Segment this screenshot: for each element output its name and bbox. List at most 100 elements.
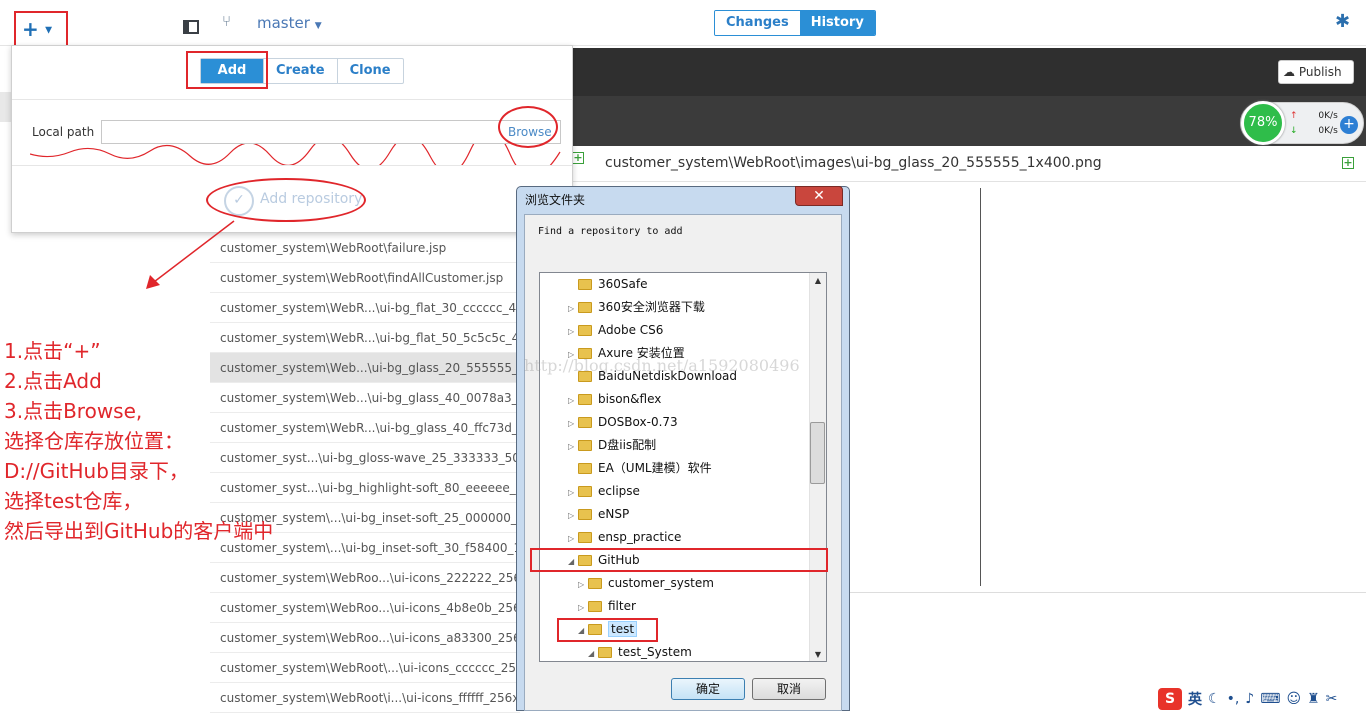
tree-expander-icon[interactable]: ▷: [578, 596, 588, 619]
tree-folder-item[interactable]: ▷ DOSBox-0.73: [568, 411, 678, 434]
tree-expander-icon[interactable]: ▷: [568, 435, 578, 458]
dialog-title: 浏览文件夹: [525, 193, 586, 207]
tree-folder-label: EA（UML建模）软件: [598, 461, 712, 475]
tree-folder-label: customer_system: [608, 576, 714, 590]
tree-expander-icon[interactable]: ▷: [568, 320, 578, 343]
tree-folder-label: bison&flex: [598, 392, 662, 406]
tab-create[interactable]: Create: [263, 59, 337, 83]
annotation-highlight-github: [530, 548, 828, 572]
annotation-instructions: 1.点击“+” 2.点击Add 3.点击Browse, 选择仓库存放位置： D://Gi…: [4, 336, 273, 546]
folder-icon: [588, 578, 602, 589]
view-switcher: Changes History: [714, 10, 876, 36]
scroll-down-icon[interactable]: ▼: [810, 650, 826, 659]
tree-expander-icon[interactable]: ▷: [568, 297, 578, 320]
close-icon[interactable]: ✕: [795, 186, 843, 206]
file-list-item[interactable]: customer_system\WebRoot\i...\ui-icons_ff…: [210, 683, 520, 713]
tree-expander-icon[interactable]: ▷: [568, 481, 578, 504]
tree-folder-item[interactable]: ▷ D盘iis配制: [568, 434, 656, 457]
panel-divider: [12, 165, 572, 166]
tree-expander-icon[interactable]: ▷: [568, 412, 578, 435]
plus-circle-icon[interactable]: +: [1340, 116, 1358, 134]
sogou-icon[interactable]: S: [1158, 688, 1182, 710]
punctuation-icon[interactable]: •,: [1227, 691, 1240, 707]
tree-folder-item[interactable]: ▷ eclipse: [568, 480, 640, 503]
branch-name: master: [257, 14, 310, 32]
tree-folder-label: eclipse: [598, 484, 640, 498]
tree-folder-item[interactable]: ◢ test_System: [588, 641, 692, 661]
tree-expander-icon[interactable]: ◢: [588, 642, 598, 661]
tab-clone[interactable]: Clone: [336, 59, 403, 83]
download-speed: ↓ 0K/s: [1290, 126, 1338, 136]
shirt-icon[interactable]: ♜: [1307, 691, 1320, 707]
tree-folder-item[interactable]: ▷ filter: [578, 595, 636, 618]
folder-icon: [578, 532, 592, 543]
microphone-icon[interactable]: ♪: [1245, 691, 1254, 707]
folder-icon: [578, 463, 592, 474]
top-toolbar: [0, 0, 1366, 46]
annotation-underline: [30, 144, 561, 166]
chevron-down-icon: ▼: [314, 21, 322, 31]
gear-icon[interactable]: ✱: [1335, 11, 1350, 32]
tree-folder-item[interactable]: 360Safe: [568, 273, 647, 296]
folder-icon: [588, 601, 602, 612]
file-list-item[interactable]: customer_system\WebRoo...\ui-icons_4b8e0…: [210, 593, 520, 623]
scrollbar-thumb[interactable]: [810, 422, 825, 484]
folder-icon: [578, 509, 592, 520]
content-divider: [850, 592, 1366, 593]
tree-folder-item[interactable]: ▷ ensp_practice: [568, 526, 681, 549]
tree-expander-icon[interactable]: ▷: [578, 573, 588, 596]
tree-folder-item[interactable]: EA（UML建模）软件: [568, 457, 712, 480]
memory-percent[interactable]: 78%: [1241, 101, 1285, 145]
tree-expander-icon[interactable]: ▷: [568, 527, 578, 550]
folder-icon: [578, 325, 592, 336]
tree-folder-label: 360安全浏览器下载: [598, 300, 705, 314]
folder-icon: [578, 302, 592, 313]
tree-folder-label: ensp_practice: [598, 530, 682, 544]
annotation-line: D://GitHub目录下，: [4, 459, 189, 483]
publish-label: Publish: [1298, 65, 1342, 79]
scroll-up-icon[interactable]: ▲: [810, 276, 826, 285]
ok-button[interactable]: 确定: [671, 678, 745, 700]
file-list-item[interactable]: customer_system\WebRoo...\ui-icons_a8330…: [210, 623, 520, 653]
watermark: http://blog.csdn.net/a1592080496: [524, 356, 800, 375]
annotation-highlight-browse: [498, 106, 558, 148]
file-list-item[interactable]: customer_system\WebRoot\findAllCustomer.…: [210, 263, 520, 293]
tree-folder-item[interactable]: ▷ eNSP: [568, 503, 629, 526]
tree-expander-icon[interactable]: ▷: [568, 504, 578, 527]
tab-history[interactable]: History: [799, 11, 875, 35]
folder-tree[interactable]: 360Safe ▷ 360安全浏览器下载 ▷ Adobe CS6 ▷ Axure 安装位置 B…: [539, 272, 827, 662]
tree-folder-label: eNSP: [598, 507, 630, 521]
branch-selector[interactable]: master ▼: [257, 14, 322, 32]
file-list-item[interactable]: customer_system\WebRoot\...\ui-icons_ccc…: [210, 653, 520, 683]
repo-header-bar: [572, 48, 1366, 96]
tree-folder-item[interactable]: ▷ Adobe CS6: [568, 319, 663, 342]
moon-icon[interactable]: ☾: [1208, 691, 1221, 707]
folder-icon: [578, 394, 592, 405]
chevron-down-icon: ▼: [45, 25, 53, 36]
tree-folder-item[interactable]: ▷ customer_system: [578, 572, 714, 595]
annotation-highlight-test: [557, 618, 658, 642]
cancel-button[interactable]: 取消: [752, 678, 826, 700]
tree-expander-icon[interactable]: ▷: [568, 389, 578, 412]
keyboard-icon[interactable]: ⌨: [1260, 691, 1280, 707]
dialog-prompt: Find a repository to add: [538, 226, 683, 237]
file-list-item[interactable]: customer_system\WebRoot\failure.jsp: [210, 233, 520, 263]
tools-icon[interactable]: ✂: [1326, 691, 1338, 707]
diff-divider: [980, 188, 981, 586]
folder-icon: [578, 279, 592, 290]
panel-divider: [12, 99, 572, 100]
local-path-input[interactable]: [101, 120, 561, 144]
tree-folder-item[interactable]: ▷ bison&flex: [568, 388, 661, 411]
tree-folder-item[interactable]: ▷ 360安全浏览器下载: [568, 296, 705, 319]
sidebar-toggle-icon[interactable]: [183, 20, 199, 34]
cloud-upload-icon: ☁: [1283, 65, 1295, 79]
download-speed-value: 0K/s: [1318, 126, 1338, 136]
tree-folder-label: D盘iis配制: [598, 438, 657, 452]
user-icon[interactable]: ☺: [1286, 691, 1301, 707]
tab-changes[interactable]: Changes: [715, 11, 800, 35]
file-list-item[interactable]: customer_system\WebR...\ui-bg_flat_30_cc…: [210, 293, 520, 323]
file-path: customer_system\WebRoot\images\ui-bg_gla…: [605, 155, 1102, 171]
file-list-item[interactable]: customer_system\WebRoo...\ui-icons_22222…: [210, 563, 520, 593]
publish-button[interactable]: ☁ Publish: [1278, 60, 1354, 84]
ime-language[interactable]: 英: [1188, 689, 1202, 709]
